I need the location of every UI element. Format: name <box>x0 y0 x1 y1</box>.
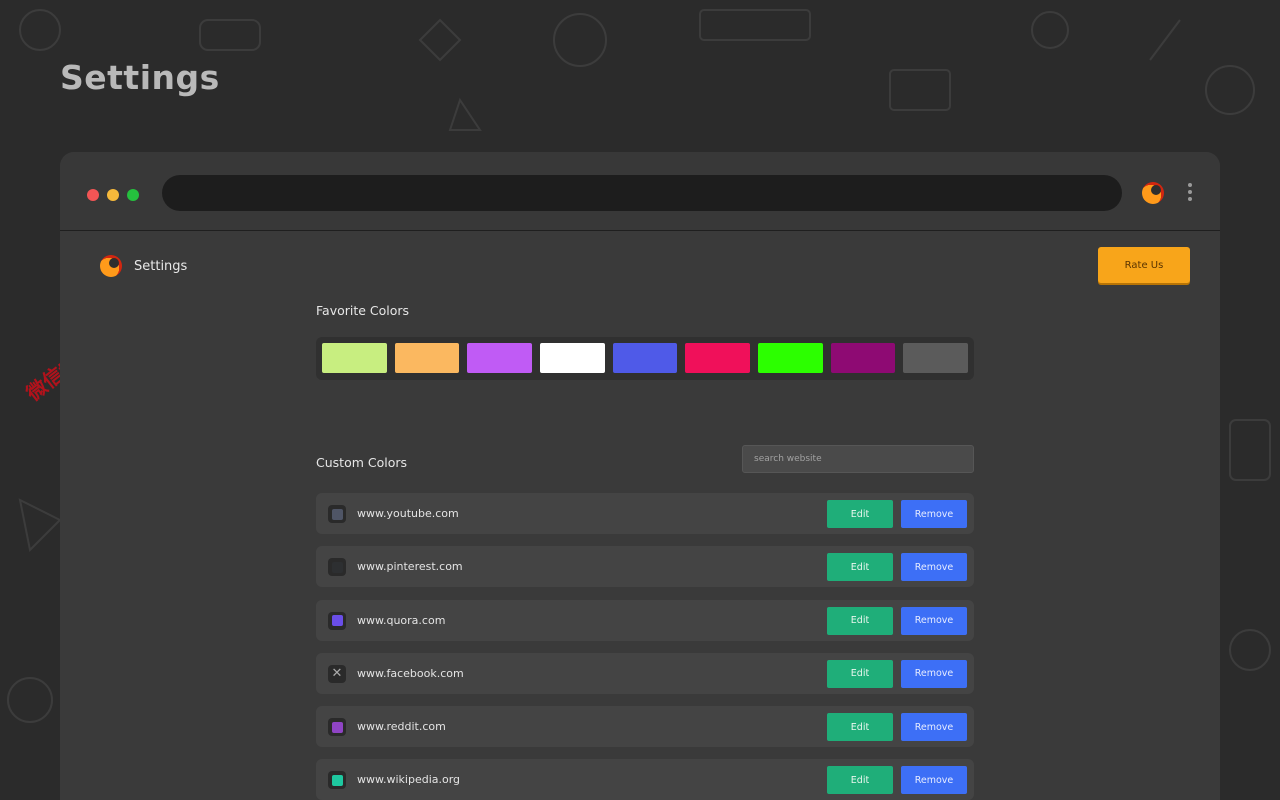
site-color-indicator: ✕ <box>328 664 346 683</box>
kebab-menu-icon[interactable] <box>1185 183 1195 203</box>
browser-window: Settings Rate Us Favorite Colors Custom … <box>60 152 1220 800</box>
favorite-colors-title: Favorite Colors <box>316 303 410 318</box>
site-color-fill <box>331 721 343 733</box>
crescent-moon-icon <box>100 255 122 277</box>
custom-colors-title: Custom Colors <box>316 455 408 470</box>
color-swatch[interactable] <box>830 343 896 373</box>
brand: Settings <box>100 255 187 277</box>
site-color-indicator <box>328 718 346 737</box>
site-row: ✕ www.facebook.com Edit Remove <box>316 652 974 694</box>
site-color-fill <box>331 774 343 786</box>
site-color-indicator <box>328 558 346 577</box>
custom-colors-list: www.youtube.com Edit Remove www.pinterest.c… <box>316 493 974 800</box>
site-row: www.quora.com Edit Remove <box>316 599 974 641</box>
site-color-indicator <box>328 505 346 523</box>
site-row: www.reddit.com Edit Remove <box>316 706 974 748</box>
site-row: www.youtube.com Edit Remove <box>316 493 974 534</box>
edit-button[interactable]: Edit <box>827 659 893 688</box>
site-name: www.reddit.com <box>357 720 446 734</box>
color-swatch[interactable] <box>612 343 678 373</box>
hero-title: Settings <box>60 58 220 97</box>
site-color-fill <box>331 615 343 627</box>
color-swatch[interactable] <box>467 343 533 373</box>
remove-button[interactable]: Remove <box>901 659 967 688</box>
color-swatch[interactable] <box>540 343 605 373</box>
color-swatch[interactable] <box>322 343 387 373</box>
edit-button[interactable]: Edit <box>827 766 893 795</box>
color-swatch[interactable] <box>758 343 823 373</box>
search-website-input[interactable] <box>742 445 974 473</box>
crescent-moon-icon[interactable] <box>1142 182 1164 204</box>
browser-toolbar <box>60 152 1220 231</box>
site-color-fill <box>331 561 343 573</box>
site-row: www.wikipedia.org Edit Remove <box>316 759 974 800</box>
favorite-colors-palette <box>316 337 974 380</box>
remove-button[interactable]: Remove <box>901 500 967 528</box>
site-row: www.pinterest.com Edit Remove <box>316 546 974 588</box>
color-swatch[interactable] <box>394 343 460 373</box>
site-color-fill <box>331 508 343 520</box>
edit-button[interactable]: Edit <box>827 553 893 582</box>
site-name: www.quora.com <box>357 613 446 627</box>
remove-button[interactable]: Remove <box>901 713 967 742</box>
settings-page: Settings Rate Us Favorite Colors Custom … <box>60 231 1220 800</box>
maximize-window-button[interactable] <box>127 189 139 201</box>
remove-button[interactable]: Remove <box>901 766 967 795</box>
color-swatch[interactable] <box>685 343 751 373</box>
remove-button[interactable]: Remove <box>901 606 967 635</box>
no-color-icon: ✕ <box>331 666 343 682</box>
edit-button[interactable]: Edit <box>827 606 893 635</box>
rate-us-button[interactable]: Rate Us <box>1098 247 1190 283</box>
address-bar[interactable] <box>162 175 1122 211</box>
site-color-indicator <box>328 611 346 630</box>
edit-button[interactable]: Edit <box>827 713 893 742</box>
close-window-button[interactable] <box>87 189 99 201</box>
edit-button[interactable]: Edit <box>827 500 893 528</box>
site-name: www.facebook.com <box>357 666 464 680</box>
site-name: www.youtube.com <box>357 507 459 520</box>
minimize-window-button[interactable] <box>107 189 119 201</box>
brand-name: Settings <box>134 258 188 274</box>
remove-button[interactable]: Remove <box>901 553 967 582</box>
site-name: www.pinterest.com <box>357 560 463 574</box>
site-color-indicator <box>328 771 346 790</box>
site-name: www.wikipedia.org <box>357 773 461 787</box>
color-swatch[interactable] <box>903 343 969 373</box>
